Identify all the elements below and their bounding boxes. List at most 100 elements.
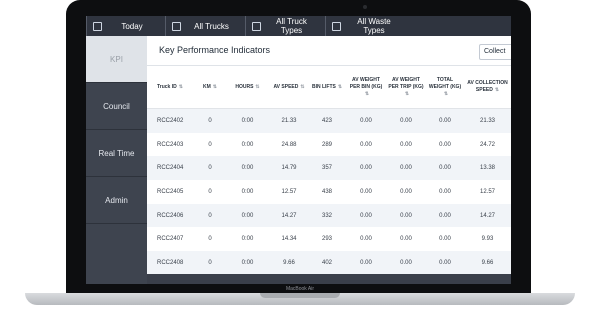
cell-av-speed: 21.33 [270, 108, 308, 133]
sidebar-item-label: Admin [105, 195, 128, 205]
cell-av-weight-trip: 0.00 [386, 180, 426, 204]
sort-icon: ⇅ [337, 83, 343, 90]
page-title: Key Performance Indicators [159, 45, 271, 55]
cell-av-weight-bin: 0.00 [346, 156, 386, 181]
cell-bin-lifts: 332 [308, 203, 346, 228]
trash-icon [332, 21, 341, 31]
cell-hours: 0:00 [225, 251, 270, 275]
table-row[interactable]: RCC2408 0 0:00 9.66 402 0.00 0.00 0.00 9.66 [147, 251, 511, 275]
cell-bin-lifts: 293 [308, 227, 346, 252]
cell-hours: 0:00 [225, 132, 270, 157]
col-truck-id[interactable]: Truck ID ⇅ [147, 66, 195, 109]
kpi-table: Truck ID ⇅ KM ⇅ HOURS ⇅ AV SPEED ⇅ BIN LIFTS… [147, 66, 511, 275]
col-total-weight[interactable]: TOTAL WEIGHT (KG)⇅ [426, 66, 464, 109]
cell-total-weight: 0.00 [426, 156, 464, 181]
cell-av-speed: 14.79 [270, 156, 308, 181]
cell-hours: 0:00 [225, 108, 270, 133]
table-footer [147, 274, 511, 284]
cell-km: 0 [195, 156, 225, 181]
app-screen: Today All Trucks All Truck Types All Was… [86, 16, 511, 284]
cell-av-weight-bin: 0.00 [346, 203, 386, 228]
sort-icon: ⇅ [443, 90, 449, 97]
sort-icon: ⇅ [255, 83, 260, 90]
cell-hours: 0:00 [225, 156, 270, 181]
cell-av-collection-speed: 9.66 [464, 251, 511, 275]
cell-av-weight-bin: 0.00 [346, 251, 386, 275]
cell-av-collection-speed: 12.57 [464, 180, 511, 204]
sort-icon: ⇅ [404, 90, 410, 97]
cell-total-weight: 0.00 [426, 108, 464, 133]
col-bin-lifts[interactable]: BIN LIFTS ⇅ [308, 66, 346, 109]
cell-bin-lifts: 357 [308, 156, 346, 181]
cell-total-weight: 0.00 [426, 203, 464, 228]
panel-header: Key Performance Indicators Collect [147, 36, 511, 66]
cell-av-speed: 14.27 [270, 203, 308, 228]
filter-trucks[interactable]: All Trucks [165, 16, 246, 36]
cell-truck-id: RCC2406 [147, 203, 195, 228]
table-row[interactable]: RCC2402 0 0:00 21.33 423 0.00 0.00 0.00 21.33 [147, 108, 511, 133]
sidebar-item-admin[interactable]: Admin [86, 177, 147, 224]
table-row[interactable]: RCC2403 0 0:00 24.88 289 0.00 0.00 0.00 24.72 [147, 132, 511, 157]
cell-truck-id: RCC2405 [147, 180, 195, 204]
cell-av-collection-speed: 9.93 [464, 227, 511, 252]
cell-hours: 0:00 [225, 203, 270, 228]
sort-icon: ⇅ [300, 83, 305, 90]
col-km[interactable]: KM ⇅ [195, 66, 225, 109]
cell-km: 0 [195, 108, 225, 133]
sidebar-item-label: KPI [110, 54, 123, 64]
cell-av-weight-trip: 0.00 [386, 227, 426, 252]
filter-truck-types[interactable]: All Truck Types [245, 16, 326, 36]
cell-km: 0 [195, 203, 225, 228]
cell-truck-id: RCC2407 [147, 227, 195, 252]
cell-av-speed: 9.66 [270, 251, 308, 275]
bus-icon [252, 21, 261, 31]
sidebar-item-kpi[interactable]: KPI [86, 36, 147, 83]
cell-av-weight-trip: 0.00 [386, 251, 426, 275]
cell-hours: 0:00 [225, 227, 270, 252]
cell-truck-id: RCC2408 [147, 251, 195, 275]
sidebar: KPI Council Real Time Admin [86, 36, 147, 284]
camera-icon [363, 5, 367, 9]
cell-av-weight-trip: 0.00 [386, 132, 426, 157]
table-row[interactable]: RCC2405 0 0:00 12.57 438 0.00 0.00 0.00 12.57 [147, 180, 511, 204]
cell-km: 0 [195, 227, 225, 252]
cell-total-weight: 0.00 [426, 132, 464, 157]
cell-bin-lifts: 423 [308, 108, 346, 133]
cell-km: 0 [195, 251, 225, 275]
table-row[interactable]: RCC2406 0 0:00 14.27 332 0.00 0.00 0.00 14.27 [147, 203, 511, 228]
table-row[interactable]: RCC2407 0 0:00 14.34 293 0.00 0.00 0.00 9.93 [147, 227, 511, 252]
cell-av-collection-speed: 13.38 [464, 156, 511, 181]
cell-av-weight-trip: 0.00 [386, 108, 426, 133]
sidebar-item-label: Real Time [98, 148, 135, 158]
cell-bin-lifts: 438 [308, 180, 346, 204]
calendar-icon [93, 21, 102, 31]
col-av-weight-bin[interactable]: AV WEIGHT PER BIN (KG)⇅ [346, 66, 386, 109]
cell-total-weight: 0.00 [426, 227, 464, 252]
sidebar-item-council[interactable]: Council [86, 83, 147, 130]
filter-bar: Today All Trucks All Truck Types All Was… [86, 16, 511, 36]
cell-av-weight-bin: 0.00 [346, 108, 386, 133]
col-av-collection-speed[interactable]: AV COLLECTION SPEED ⇅ [464, 66, 511, 109]
table-header-row: Truck ID ⇅ KM ⇅ HOURS ⇅ AV SPEED ⇅ BIN LIFTS… [147, 66, 511, 109]
col-av-speed[interactable]: AV SPEED ⇅ [270, 66, 308, 109]
cell-hours: 0:00 [225, 180, 270, 204]
sidebar-item-real-time[interactable]: Real Time [86, 130, 147, 177]
col-hours[interactable]: HOURS ⇅ [225, 66, 270, 109]
col-av-weight-trip[interactable]: AV WEIGHT PER TRIP (KG)⇅ [386, 66, 426, 109]
cell-total-weight: 0.00 [426, 251, 464, 275]
cell-av-speed: 24.88 [270, 132, 308, 157]
cell-km: 0 [195, 132, 225, 157]
cell-av-speed: 14.34 [270, 227, 308, 252]
filter-today[interactable]: Today [86, 16, 166, 36]
table-row[interactable]: RCC2404 0 0:00 14.79 357 0.00 0.00 0.00 13.38 [147, 156, 511, 181]
filter-waste-types[interactable]: All Waste Types [325, 16, 411, 36]
device-brand: MacBook Air [285, 286, 315, 292]
cell-km: 0 [195, 180, 225, 204]
sidebar-item-label: Council [103, 101, 130, 111]
sort-icon: ⇅ [212, 83, 217, 90]
collect-dropdown[interactable]: Collect [479, 44, 511, 60]
cell-truck-id: RCC2402 [147, 108, 195, 133]
cell-bin-lifts: 402 [308, 251, 346, 275]
cell-truck-id: RCC2404 [147, 156, 195, 181]
cell-bin-lifts: 289 [308, 132, 346, 157]
